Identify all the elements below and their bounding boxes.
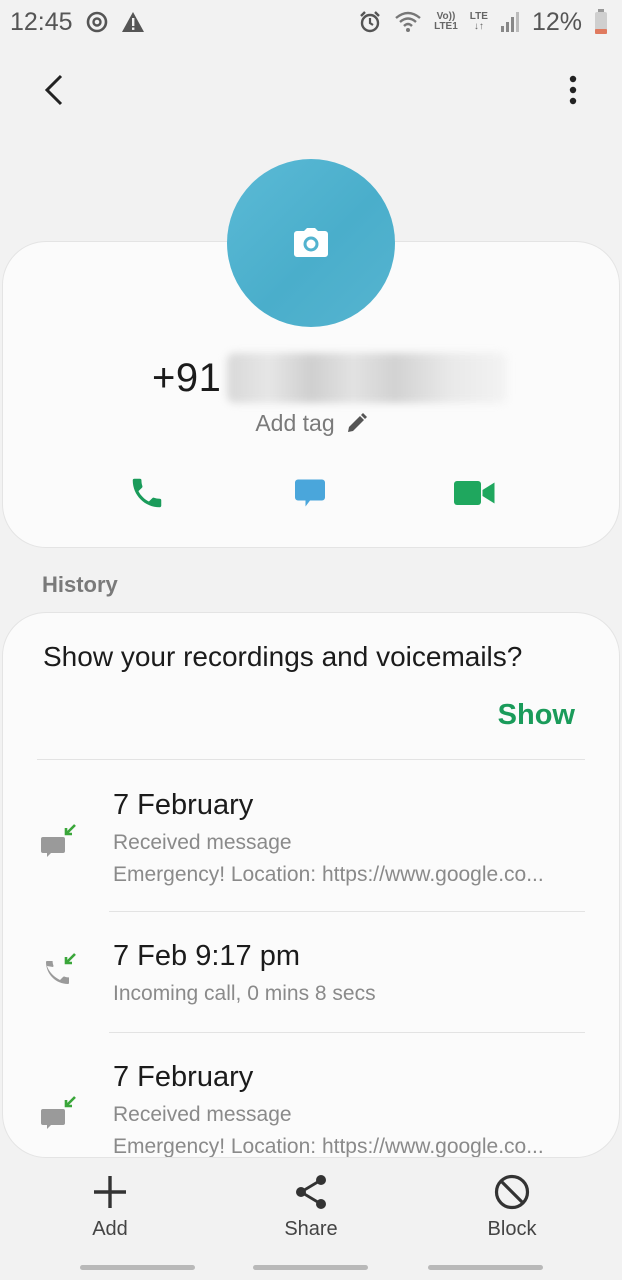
history-item-title: 7 February — [113, 789, 254, 821]
divider — [37, 759, 585, 760]
more-options-button[interactable] — [558, 70, 588, 110]
more-vertical-icon — [569, 75, 577, 105]
contact-actions — [0, 470, 622, 516]
plus-icon — [90, 1172, 130, 1212]
nav-handle — [428, 1265, 543, 1270]
share-label: Share — [284, 1218, 338, 1240]
incoming-call-icon — [37, 950, 81, 994]
nav-handle — [253, 1265, 368, 1270]
nav-handle — [80, 1265, 195, 1270]
history-item-subtitle: Received message — [113, 831, 292, 854]
add-button[interactable]: Add — [50, 1172, 170, 1241]
recordings-prompt: Show your recordings and voicemails? — [43, 641, 523, 672]
phone-number: +91 — [152, 350, 508, 406]
volte-indicator: Vo)) LTE1 — [434, 11, 458, 32]
history-item[interactable]: 7 February Received message Emergency! L… — [3, 1033, 619, 1158]
signal-icon — [500, 11, 520, 33]
phone-icon — [132, 478, 162, 508]
status-time: 12:45 — [10, 7, 73, 36]
warning-icon — [121, 11, 145, 33]
call-button[interactable] — [123, 470, 171, 516]
message-button[interactable] — [286, 470, 334, 516]
history-item-detail: Emergency! Location: https://www.google.… — [113, 863, 544, 886]
back-button[interactable] — [34, 70, 74, 110]
block-icon — [492, 1172, 532, 1212]
block-label: Block — [487, 1218, 537, 1240]
history-item-subtitle: Received message — [113, 1103, 292, 1126]
battery-percent: 12% — [531, 7, 582, 36]
history-item-title: 7 Feb 9:17 pm — [113, 940, 300, 972]
camera-icon — [294, 228, 328, 257]
add-tag-label: Add tag — [255, 410, 335, 436]
show-recordings-button[interactable]: Show — [498, 699, 575, 732]
data-saver-icon — [85, 10, 109, 34]
incoming-message-icon — [37, 819, 81, 863]
history-item-subtitle: Incoming call, 0 mins 8 secs — [113, 982, 376, 1005]
status-bar: 12:45 Vo)) LTE1 LTE ↓↑ 12% — [0, 0, 622, 44]
wifi-icon — [394, 11, 422, 33]
share-button[interactable]: Share — [251, 1172, 371, 1241]
phone-number-prefix: +91 — [152, 355, 222, 400]
add-tag-button[interactable]: Add tag — [0, 410, 622, 437]
history-item[interactable]: 7 Feb 9:17 pm Incoming call, 0 mins 8 se… — [3, 912, 619, 1032]
top-bar — [0, 60, 622, 120]
video-camera-icon — [454, 481, 495, 505]
battery-icon — [594, 9, 608, 35]
history-item[interactable]: 7 February Received message Emergency! L… — [3, 761, 619, 911]
history-item-detail: Emergency! Location: https://www.google.… — [113, 1135, 544, 1158]
share-icon — [291, 1172, 331, 1212]
incoming-message-icon — [37, 1091, 81, 1135]
message-icon — [295, 479, 325, 507]
block-button[interactable]: Block — [452, 1172, 572, 1241]
lte-indicator: LTE ↓↑ — [469, 11, 488, 32]
video-call-button[interactable] — [451, 470, 499, 516]
history-item-title: 7 February — [113, 1061, 254, 1093]
avatar-add-photo-button[interactable] — [227, 159, 395, 327]
back-arrow-icon — [44, 74, 63, 106]
pencil-icon — [347, 412, 367, 432]
add-label: Add — [92, 1218, 128, 1240]
alarm-icon — [358, 10, 382, 34]
history-card: Show your recordings and voicemails? Sho… — [2, 612, 620, 1158]
bottom-action-bar: Add Share Block — [0, 1160, 622, 1280]
redacted-number-blur — [227, 353, 508, 403]
history-section-label: History — [42, 572, 118, 597]
